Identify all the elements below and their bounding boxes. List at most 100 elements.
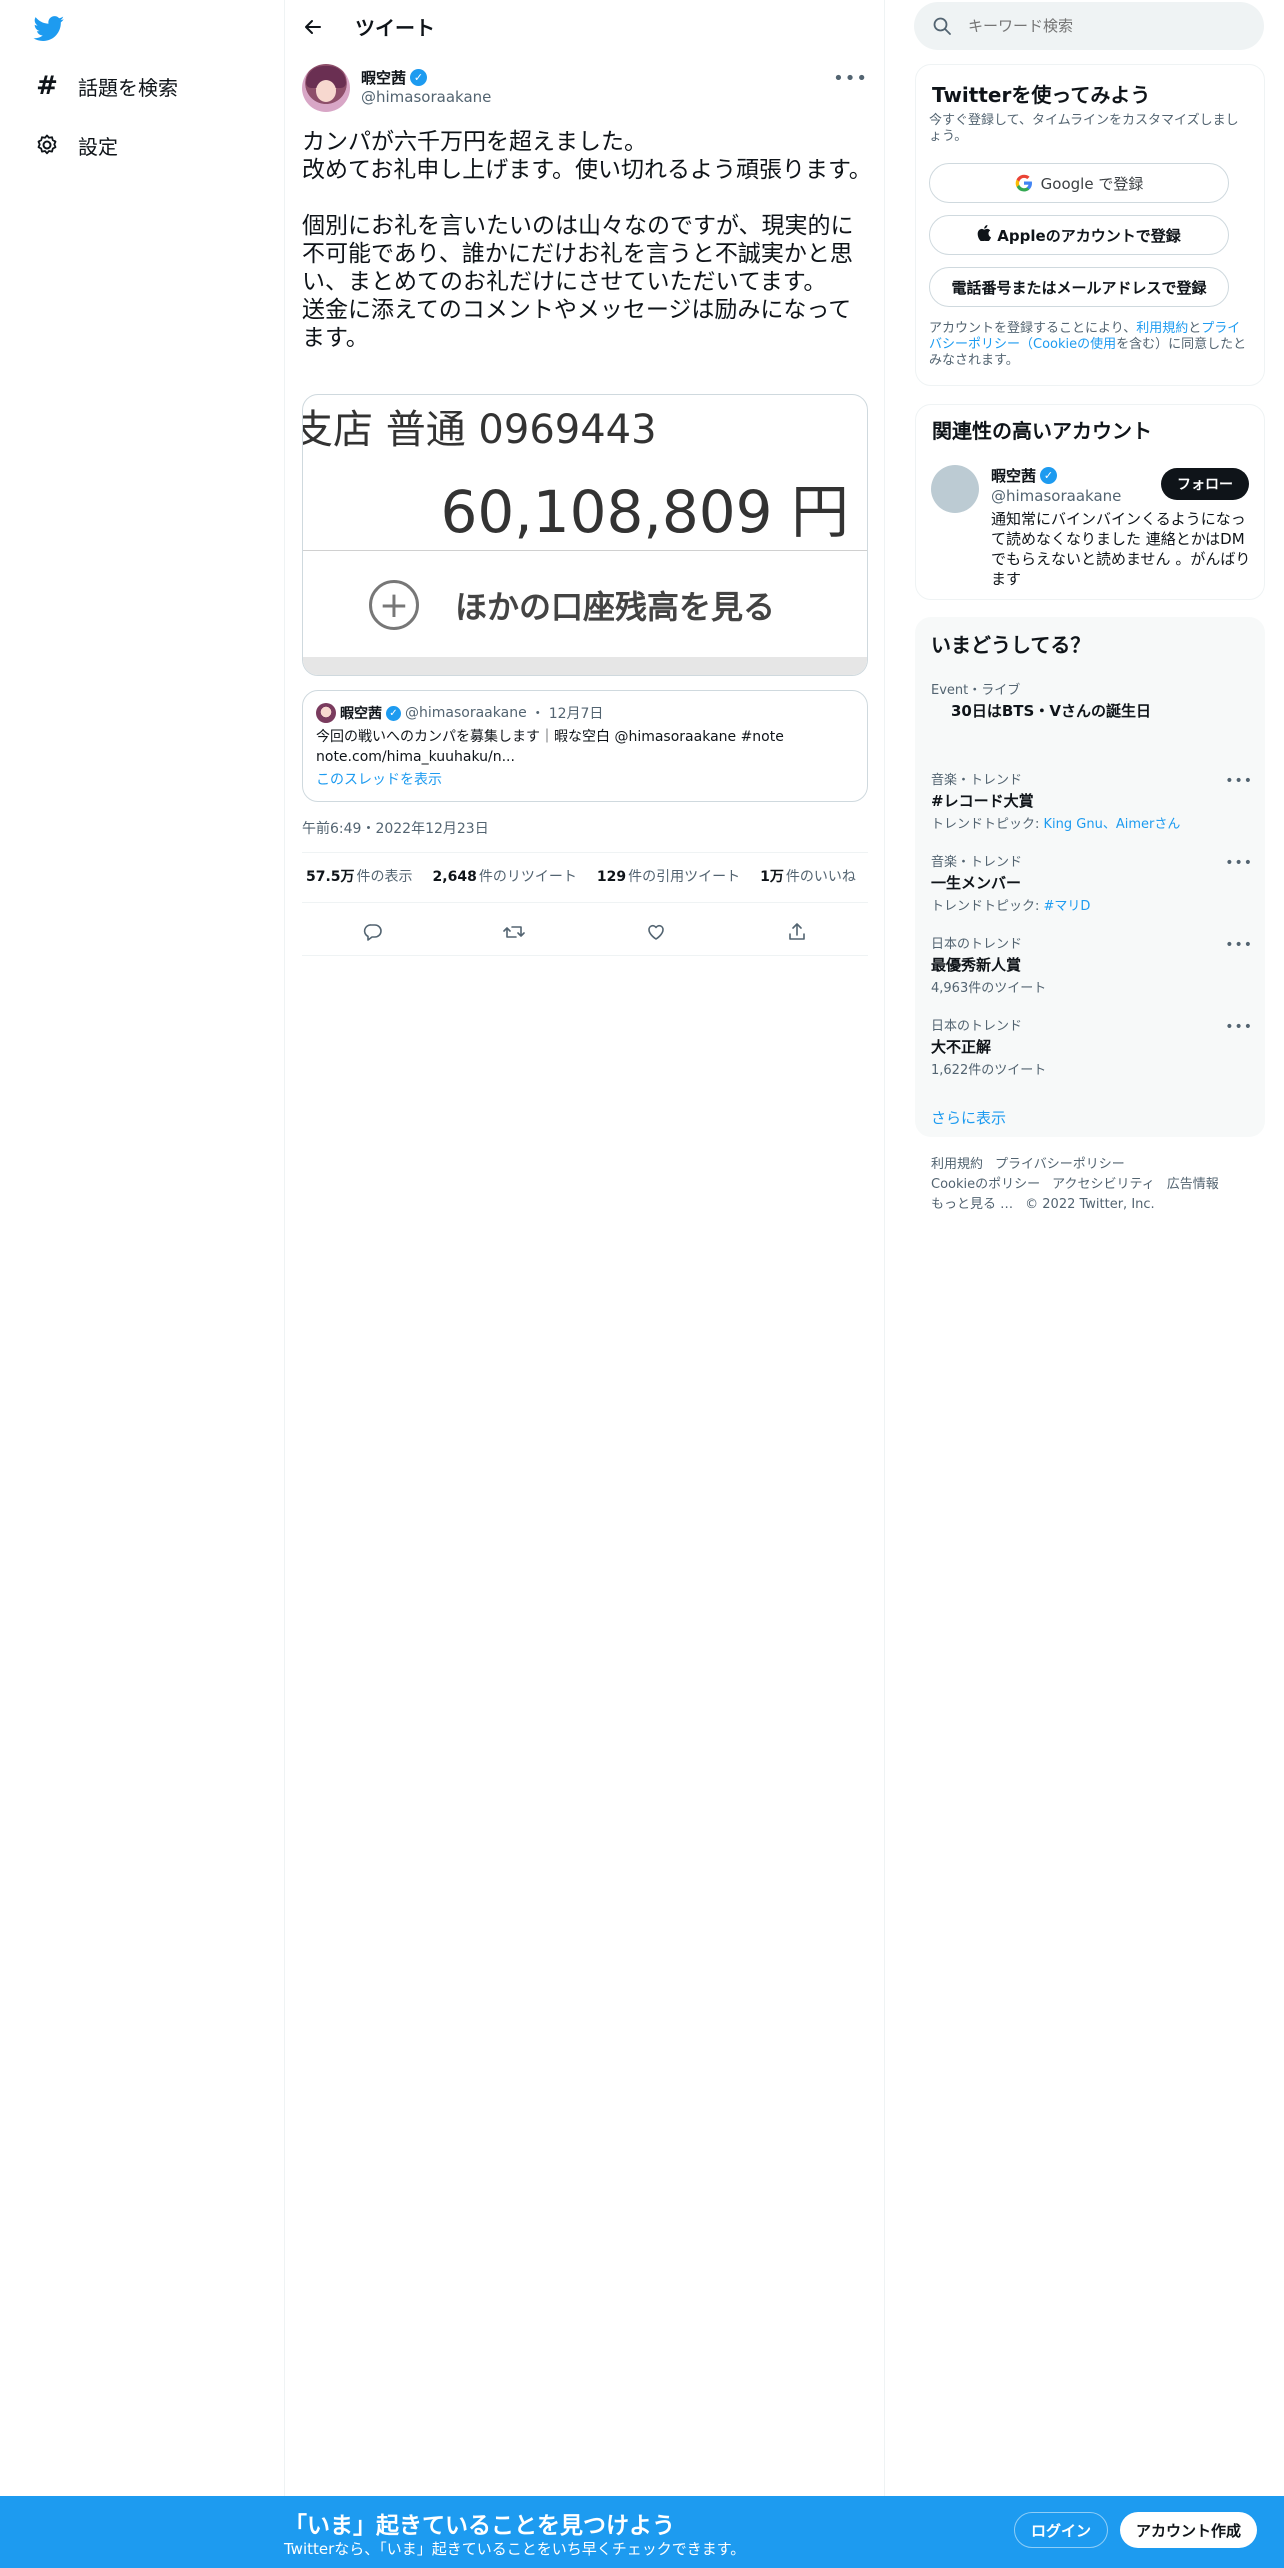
trend-item[interactable]: 音楽・トレンド 一生メンバー トレンドトピック: #マリD ••• <box>931 851 1253 914</box>
footer-link[interactable]: プライバシーポリシー <box>995 1157 1125 1172</box>
divider <box>302 902 868 903</box>
phone-email-signup-label: 電話番号またはメールアドレスで登録 <box>951 278 1207 297</box>
trend-item[interactable]: 日本のトレンド 最優秀新人賞 4,963件のツイート ••• <box>931 933 1253 996</box>
author-name-row[interactable]: 暇空茜 ✓ <box>361 67 428 88</box>
google-signup-button[interactable]: Google で登録 <box>929 163 1229 203</box>
search-icon <box>933 17 951 35</box>
author-handle[interactable]: @himasoraakane <box>361 88 491 106</box>
quoted-avatar <box>316 703 336 723</box>
apple-signup-label: Appleのアカウントで登録 <box>997 226 1181 245</box>
footer-more-link[interactable]: もっと見る … <box>931 1197 1013 1212</box>
stat-quotes[interactable]: 129 件の引用ツイート <box>597 866 740 886</box>
search-box[interactable] <box>914 2 1264 50</box>
nav-settings[interactable]: 設定 <box>32 121 118 169</box>
show-more-link[interactable]: さらに表示 <box>931 1107 1006 1128</box>
login-button[interactable]: ログイン <box>1014 2512 1109 2548</box>
create-account-button[interactable]: アカウント作成 <box>1120 2512 1258 2548</box>
trend-sub: 4,963件のツイート <box>931 981 1047 996</box>
share-icon[interactable] <box>780 915 814 949</box>
tweet-timestamp[interactable]: 午前6:49・2022年12月23日 <box>302 818 489 838</box>
trend-name: 大不正解 <box>931 1038 992 1056</box>
show-thread-link[interactable]: このスレッドを表示 <box>316 769 442 789</box>
phone-email-signup-button[interactable]: 電話番号またはメールアドレスで登録 <box>929 267 1229 307</box>
image-bottom-band <box>303 657 867 675</box>
verified-badge-icon: ✓ <box>386 705 401 721</box>
legal-prefix: アカウントを登録することにより、 <box>929 321 1137 336</box>
stat-views-value: 57.5万 <box>306 869 355 885</box>
stat-likes[interactable]: 1万 件のいいね <box>760 866 856 886</box>
footer-links: 利用規約 プライバシーポリシー Cookieのポリシー アクセシビリティ 広告情報 も… <box>931 1155 1251 1215</box>
page-title: ツイート <box>355 16 435 40</box>
avatar[interactable] <box>931 465 979 513</box>
trend-meta: 音楽・トレンド <box>931 773 1023 788</box>
tweet-header: ツイート <box>285 0 885 53</box>
tweet-image[interactable]: 支店 普通 0969443 60,108,809 円 + ほかの口座残高を見る <box>302 394 868 676</box>
banner-subtitle: Twitterなら、「いま」起きていることをいち早くチェックできます。 <box>284 2540 746 2558</box>
quoted-separator: ・ <box>530 706 545 722</box>
signup-card-title: Twitterを使ってみよう <box>932 83 1151 107</box>
image-other-label: ほかの口座残高を見る <box>455 588 776 626</box>
retweet-icon[interactable] <box>497 915 531 949</box>
trend-sub: トレンドトピック: King Gnu、Aimerさん <box>931 813 1251 832</box>
nav-explore[interactable]: # 話題を検索 <box>32 62 178 110</box>
stat-likes-label: 件のいいね <box>785 869 856 885</box>
trend-item[interactable]: 日本のトレンド 大不正解 1,622件のツイート ••• <box>931 1015 1253 1078</box>
like-icon[interactable] <box>639 915 673 949</box>
trend-topic-links[interactable]: #マリD <box>1044 899 1091 914</box>
quoted-text: 今回の戦いへのカンパを募集します｜暇な空白 @himasoraakane #no… <box>316 729 784 765</box>
copyright: © 2022 Twitter, Inc. <box>1025 1197 1155 1212</box>
trend-topic-links[interactable]: King Gnu、Aimerさん <box>1044 817 1181 832</box>
stat-retweets[interactable]: 2,648 件のリツイート <box>433 866 577 886</box>
trend-meta: 日本のトレンド <box>931 1019 1023 1034</box>
more-options-icon[interactable]: ••• <box>1225 937 1253 953</box>
nav-explore-label: 話題を検索 <box>78 75 178 100</box>
related-accounts-card: 関連性の高いアカウント 暇空茜 ✓ @himasoraakane フォロー 通知… <box>915 404 1265 600</box>
footer-link[interactable]: Cookieのポリシー <box>931 1177 1040 1192</box>
avatar[interactable] <box>302 64 350 112</box>
trend-name: #レコード大賞 <box>931 792 1034 810</box>
apple-signup-button[interactable]: Appleのアカウントで登録 <box>929 215 1229 255</box>
twitter-bird-icon[interactable] <box>33 16 65 42</box>
reply-icon[interactable] <box>356 915 390 949</box>
trend-sub: トレンドトピック: #マリD <box>931 895 1251 914</box>
stat-likes-value: 1万 <box>760 869 784 885</box>
quoted-tweet[interactable]: 暇空茜 ✓ @himasoraakane ・ 12月7日 今回の戦いへのカンパを… <box>302 690 868 802</box>
verified-badge-icon: ✓ <box>1040 467 1058 484</box>
footer-link[interactable]: 利用規約 <box>931 1157 983 1172</box>
related-name-row[interactable]: 暇空茜 ✓ <box>991 465 1058 486</box>
related-handle[interactable]: @himasoraakane <box>991 487 1121 505</box>
more-options-icon[interactable]: ••• <box>833 68 868 89</box>
back-arrow-icon[interactable] <box>295 9 331 45</box>
signup-card: Twitterを使ってみよう 今すぐ登録して、タイムラインをカスタマイズしましょ… <box>915 64 1265 386</box>
stat-retweets-value: 2,648 <box>432 869 477 885</box>
cookie-link[interactable]: （Cookieの使用 <box>1020 337 1116 352</box>
verified-badge-icon: ✓ <box>410 69 428 86</box>
more-options-icon[interactable]: ••• <box>1225 855 1253 871</box>
footer-link[interactable]: アクセシビリティ <box>1052 1177 1155 1192</box>
stat-views-label: 件の表示 <box>356 869 413 885</box>
related-bio: 通知常にバインバインくるようになって読めなくなりました 連絡とかはDMでもらえな… <box>991 510 1251 588</box>
trends-card: いまどうしてる？ Event・ライブ 30日はBTS・Vさんの誕生日 音楽・トレ… <box>915 617 1265 1137</box>
image-account-line: 支店 普通 0969443 <box>302 407 657 453</box>
more-options-icon[interactable]: ••• <box>1225 773 1253 789</box>
related-name[interactable]: 暇空茜 <box>991 465 1036 486</box>
related-card-title: 関連性の高いアカウント <box>932 419 1152 443</box>
author-name[interactable]: 暇空茜 <box>361 67 406 88</box>
signup-legal-text: アカウントを登録することにより、利用規約とプライバシーポリシー（Cookieの使… <box>929 321 1251 369</box>
tweet-stats: 57.5万 件の表示 2,648 件のリツイート 129 件の引用ツイート 1万 件のい… <box>306 866 876 886</box>
more-options-icon[interactable]: ••• <box>1225 1019 1253 1035</box>
trend-sub: 1,622件のツイート <box>931 1063 1047 1078</box>
stat-views[interactable]: 57.5万 件の表示 <box>306 866 413 886</box>
divider <box>302 955 868 956</box>
image-balance: 60,108,809 円 <box>440 478 849 546</box>
stat-quotes-value: 129 <box>596 869 627 885</box>
search-input[interactable] <box>968 17 1248 35</box>
trend-item[interactable]: 音楽・トレンド #レコード大賞 トレンドトピック: King Gnu、Aimer… <box>931 769 1253 832</box>
follow-button[interactable]: フォロー <box>1161 468 1249 500</box>
divider <box>302 852 868 853</box>
trend-item[interactable]: Event・ライブ 30日はBTS・Vさんの誕生日 <box>931 679 1251 721</box>
banner-title: 「いま」起きていることを見つけよう <box>284 2513 675 2539</box>
footer-link[interactable]: 広告情報 <box>1167 1177 1219 1192</box>
trend-sub-prefix: トレンドトピック: <box>931 899 1044 914</box>
terms-link[interactable]: 利用規約 <box>1136 321 1188 336</box>
